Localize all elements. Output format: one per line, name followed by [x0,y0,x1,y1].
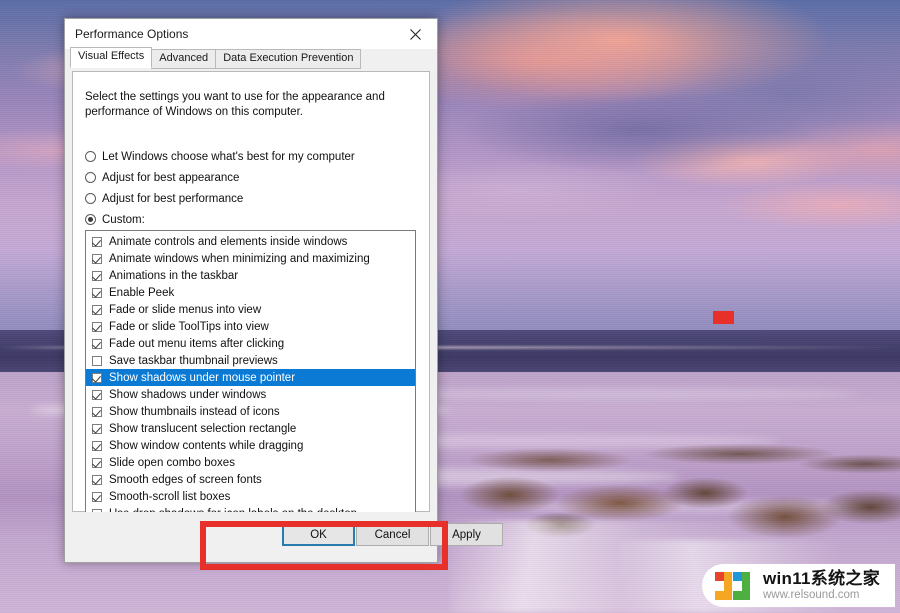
list-item[interactable]: Slide open combo boxes [86,454,415,471]
win11-logo-icon [714,571,754,601]
checkbox-checked-icon[interactable] [92,236,102,247]
list-item-label: Animate controls and elements inside win… [109,235,348,248]
list-item[interactable]: Animate controls and elements inside win… [86,233,415,250]
checkbox-checked-icon[interactable] [92,338,102,349]
list-item-label: Animations in the taskbar [109,269,239,282]
checkbox-checked-icon[interactable] [92,253,102,264]
list-item-label: Save taskbar thumbnail previews [109,354,278,367]
watermark-title: win11系统之家 [763,568,881,588]
panel-description: Select the settings you want to use for … [85,91,385,118]
checkbox-checked-icon[interactable] [92,474,102,485]
performance-options-dialog: Performance Options Visual Effects Advan… [64,18,503,563]
list-item[interactable]: Fade or slide menus into view [86,301,415,318]
list-item-label: Smooth edges of screen fonts [109,473,262,486]
list-item-label: Show thumbnails instead of icons [109,405,280,418]
tab-data-execution-prevention[interactable]: Data Execution Prevention [215,49,362,69]
list-item-label: Fade or slide menus into view [109,303,262,316]
list-item-label: Show translucent selection rectangle [109,422,297,435]
list-item-label: Fade out menu items after clicking [109,337,285,350]
visual-effects-list[interactable]: Animate controls and elements inside win… [85,230,416,526]
radio-label: Adjust for best performance [102,192,244,205]
tab-strip: Visual Effects Advanced Data Execution P… [65,47,437,69]
watermark-text-block: win11系统之家 www.relsound.com [763,570,880,602]
checkbox-checked-icon[interactable] [92,440,102,451]
tab-visual-effects[interactable]: Visual Effects [70,47,153,68]
close-icon[interactable] [393,19,437,49]
list-item[interactable]: Enable Peek [86,284,415,301]
checkbox-checked-icon[interactable] [92,423,102,434]
list-item[interactable]: Save taskbar thumbnail previews [86,352,415,369]
checkbox-checked-icon[interactable] [92,389,102,400]
list-item-label: Animate windows when minimizing and maxi… [109,252,370,265]
radio-indicator [85,172,96,183]
red-marker-dot [713,311,734,324]
visual-effects-panel: Select the settings you want to use for … [72,71,430,526]
list-item[interactable]: Show shadows under windows [86,386,415,403]
list-item-label: Show window contents while dragging [109,439,304,452]
list-item-label: Show shadows under windows [109,388,267,401]
radio-indicator [85,193,96,204]
checkbox-checked-icon[interactable] [92,287,102,298]
watermark-url: www.relsound.com [763,588,860,601]
radio-option-custom[interactable]: Custom: [85,209,419,230]
list-item[interactable]: Smooth-scroll list boxes [86,488,415,505]
checkbox-checked-icon[interactable] [92,372,102,383]
list-item[interactable]: Animations in the taskbar [86,267,415,284]
radio-indicator-selected [85,214,96,225]
red-highlight-box [200,521,448,570]
list-item-label: Fade or slide ToolTips into view [109,320,269,333]
list-item[interactable]: Show shadows under mouse pointer [86,369,415,386]
list-item[interactable]: Show window contents while dragging [86,437,415,454]
list-item-label: Show shadows under mouse pointer [109,371,296,384]
list-item[interactable]: Fade out menu items after clicking [86,335,415,352]
radio-label: Custom: [102,213,145,226]
checkbox-unchecked-icon[interactable] [92,355,102,366]
site-watermark: win11系统之家 www.relsound.com [702,564,895,607]
list-item-label: Smooth-scroll list boxes [109,490,231,503]
checkbox-checked-icon[interactable] [92,321,102,332]
radio-option-let-windows-choose[interactable]: Let Windows choose what's best for my co… [85,146,419,167]
radio-label: Adjust for best appearance [102,171,240,184]
radio-label: Let Windows choose what's best for my co… [102,150,355,163]
dialog-titlebar: Performance Options [65,19,437,49]
list-item[interactable]: Smooth edges of screen fonts [86,471,415,488]
radio-option-best-appearance[interactable]: Adjust for best appearance [85,167,419,188]
checkbox-checked-icon[interactable] [92,491,102,502]
radio-option-best-performance[interactable]: Adjust for best performance [85,188,419,209]
list-item-label: Slide open combo boxes [109,456,235,469]
checkbox-checked-icon[interactable] [92,457,102,468]
list-item-label: Enable Peek [109,286,175,299]
list-item[interactable]: Animate windows when minimizing and maxi… [86,250,415,267]
checkbox-checked-icon[interactable] [92,406,102,417]
checkbox-checked-icon[interactable] [92,304,102,315]
list-item[interactable]: Show thumbnails instead of icons [86,403,415,420]
dialog-title: Performance Options [75,27,189,41]
checkbox-checked-icon[interactable] [92,270,102,281]
list-item[interactable]: Fade or slide ToolTips into view [86,318,415,335]
performance-mode-radio-group: Let Windows choose what's best for my co… [85,146,419,230]
list-item[interactable]: Show translucent selection rectangle [86,420,415,437]
tab-advanced[interactable]: Advanced [151,49,217,69]
radio-indicator [85,151,96,162]
